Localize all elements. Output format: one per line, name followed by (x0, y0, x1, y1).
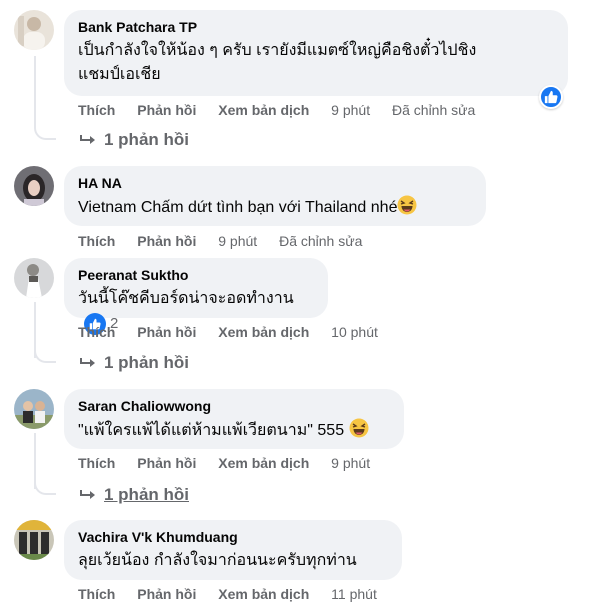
comment-actions: Thích Phản hồi 9 phút Đã chỉnh sửa (78, 233, 380, 249)
laughing-emoji-icon (349, 418, 369, 438)
comment-actions: Thích Phản hồi Xem bản dịch 11 phút (78, 586, 395, 602)
translate-button[interactable]: Xem bản dịch (218, 102, 309, 118)
like-button[interactable]: Thích (78, 586, 115, 602)
comment-bubble: Peeranat Suktho วันนี้โค๊ชคีบอร์ดน่าจะอด… (64, 258, 328, 335)
translate-button[interactable]: Xem bản dịch (218, 455, 309, 471)
reply-arrow-icon (80, 358, 95, 367)
comment-text: "แพ้ใครแพ้ได้แต่ห้ามแพ้เวียตนาม" 555 (78, 418, 390, 443)
reply-arrow-icon (80, 490, 95, 499)
thread-curve (34, 124, 56, 140)
view-replies-button[interactable]: 1 phản hồi (80, 485, 189, 505)
avatar[interactable] (14, 389, 54, 429)
comment-text-line: แชมป์เอเชีย (78, 66, 161, 83)
edited-label: Đã chỉnh sửa (392, 102, 476, 118)
edited-label: Đã chỉnh sửa (279, 233, 363, 249)
comment-bubble: Bank Patchara TP เป็นกำลังใจให้น้อง ๆ คร… (64, 10, 568, 96)
comment-author[interactable]: Peeranat Suktho (78, 266, 314, 284)
comment-actions: Thích Phản hồi Xem bản dịch 10 phút (78, 324, 396, 340)
translate-button[interactable]: Xem bản dịch (218, 324, 309, 340)
comment-text: เป็นกำลังใจให้น้อง ๆ ครับ เรายังมีแมตซ์ใ… (78, 39, 554, 87)
laughing-emoji-icon (397, 195, 417, 215)
comment-text: Vietnam Chấm dứt tình bạn với Thailand n… (78, 195, 472, 220)
reply-button[interactable]: Phản hồi (137, 233, 196, 249)
avatar[interactable] (14, 258, 54, 298)
comment-author[interactable]: HA NA (78, 174, 472, 192)
like-button[interactable]: Thích (78, 102, 115, 118)
comment-actions: Thích Phản hồi Xem bản dịch 9 phút Đã ch… (78, 102, 493, 118)
comment-actions: Thích Phản hồi Xem bản dịch 9 phút (78, 455, 388, 471)
avatar[interactable] (14, 10, 54, 50)
thumbs-up-icon (544, 90, 558, 104)
avatar[interactable] (14, 166, 54, 206)
comment-author[interactable]: Vachira V'k Khumduang (78, 528, 388, 546)
replies-count: 1 phản hồi (104, 485, 189, 504)
timestamp[interactable]: 10 phút (331, 324, 378, 340)
comment-bubble: Vachira V'k Khumduang ลุยเว้ยน้อง กำลังใ… (64, 520, 402, 580)
comment-bubble: Saran Chaliowwong "แพ้ใครแพ้ได้แต่ห้ามแพ… (64, 389, 404, 449)
reply-button[interactable]: Phản hồi (137, 102, 196, 118)
comment-author[interactable]: Saran Chaliowwong (78, 397, 390, 415)
like-button[interactable]: Thích (78, 233, 115, 249)
thread-curve (34, 347, 56, 363)
avatar[interactable] (14, 520, 54, 560)
view-replies-button[interactable]: 1 phản hồi (80, 130, 189, 150)
view-replies-button[interactable]: 1 phản hồi (80, 353, 189, 373)
comment-text-content: วันนี้โค๊ชคีบอร์ดน่าจะอดทำงาน (78, 290, 294, 307)
comment-text: ลุยเว้ยน้อง กำลังใจมาก่อนนะครับทุกท่าน (78, 552, 357, 569)
reply-button[interactable]: Phản hồi (137, 455, 196, 471)
thread-curve (34, 479, 56, 495)
replies-count: 1 phản hồi (104, 130, 189, 149)
replies-count: 1 phản hồi (104, 353, 189, 372)
reply-button[interactable]: Phản hồi (137, 586, 196, 602)
reply-arrow-icon (80, 135, 95, 144)
comment-text-content: "แพ้ใครแพ้ได้แต่ห้ามแพ้เวียตนาม" 555 (78, 422, 345, 439)
reply-button[interactable]: Phản hồi (137, 324, 196, 340)
timestamp[interactable]: 9 phút (331, 102, 370, 118)
timestamp[interactable]: 9 phút (218, 233, 257, 249)
comment-text-content: Vietnam Chấm dứt tình bạn với Thailand n… (78, 199, 398, 216)
thread-line (34, 56, 36, 126)
timestamp[interactable]: 11 phút (331, 586, 377, 602)
timestamp[interactable]: 9 phút (331, 455, 370, 471)
translate-button[interactable]: Xem bản dịch (218, 586, 309, 602)
comment-author[interactable]: Bank Patchara TP (78, 18, 554, 36)
like-button[interactable]: Thích (78, 324, 115, 340)
like-button[interactable]: Thích (78, 455, 115, 471)
like-reaction-badge[interactable] (539, 85, 563, 109)
comment-bubble: HA NA Vietnam Chấm dứt tình bạn với Thai… (64, 166, 486, 226)
comment-text-line: เป็นกำลังใจให้น้อง ๆ ครับ เรายังมีแมตซ์ใ… (78, 42, 477, 59)
